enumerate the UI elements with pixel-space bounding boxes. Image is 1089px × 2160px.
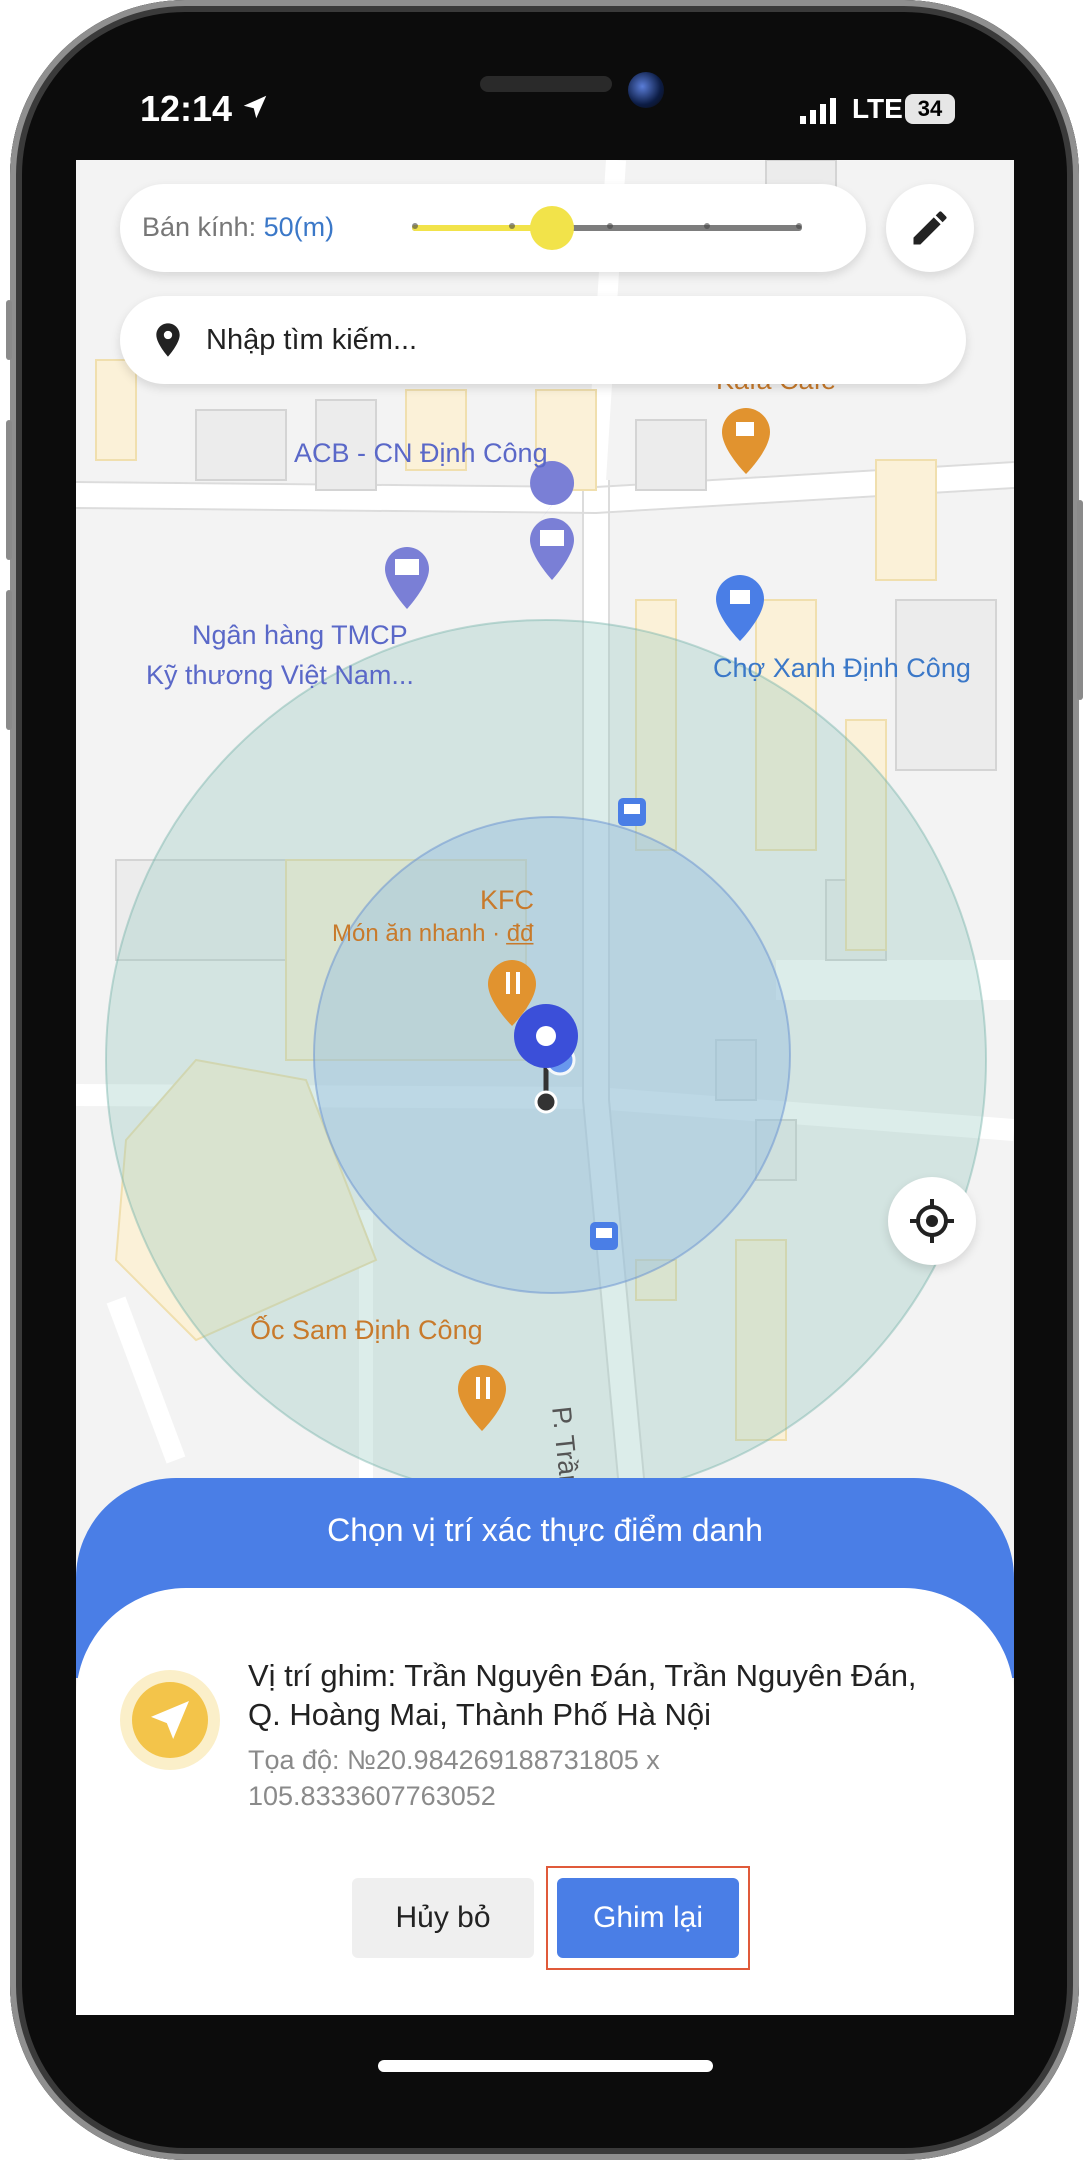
bus-stop-icon <box>618 798 646 826</box>
map-label-kfc-sub: Món ăn nhanh · đ̲đ̲ <box>332 920 534 947</box>
slider-tick <box>704 223 710 229</box>
radius-label: Bán kính: 50(m) <box>142 212 334 243</box>
app-screen: Kafa Cafe ACB - CN Định Công Ngân hàng T… <box>76 160 1014 2015</box>
pin-location-badge <box>120 1670 220 1770</box>
edit-button[interactable] <box>886 184 974 272</box>
radius-value: 50(m) <box>263 212 335 242</box>
slider-tick <box>509 223 515 229</box>
camera-icon <box>628 72 664 108</box>
search-placeholder: Nhập tìm kiếm... <box>206 324 418 356</box>
pencil-icon <box>913 211 947 245</box>
battery-icon: 34 <box>905 94 955 124</box>
map-label-market: Chợ Xanh Định Công <box>713 653 971 683</box>
location-arrow-icon <box>243 95 267 119</box>
status-time: 12:14 <box>140 88 233 129</box>
sheet-title: Chọn vị trí xác thực điểm danh <box>327 1512 763 1548</box>
map-label-bank-line2: Kỹ thương Việt Nam... <box>146 660 414 690</box>
network-type: LTE <box>852 93 903 124</box>
side-button <box>6 590 12 730</box>
radius-control: Bán kính: 50(m) <box>120 184 866 272</box>
slider-tick <box>796 223 802 229</box>
crosshair-icon <box>910 1199 954 1243</box>
cancel-button[interactable]: Hủy bỏ <box>352 1878 534 1958</box>
pin-button[interactable]: Ghim lại <box>557 1878 739 1958</box>
side-button <box>6 420 12 560</box>
side-button <box>6 300 12 360</box>
side-button <box>1077 500 1083 700</box>
signal-icon <box>800 98 836 124</box>
speaker-notch <box>480 76 612 92</box>
navigation-icon <box>132 1682 208 1758</box>
my-location-button[interactable] <box>888 1177 976 1265</box>
map-label-oc-sam: Ốc Sam Định Công <box>250 1315 483 1345</box>
slider-tick <box>412 223 418 229</box>
home-indicator <box>378 2060 713 2072</box>
pin-address: Vị trí ghim: Trần Nguyên Đán, Trần Nguyê… <box>248 1658 917 1732</box>
map-label-kfc: KFC <box>480 885 534 915</box>
radius-slider[interactable] <box>412 206 802 250</box>
slider-thumb[interactable] <box>530 206 575 250</box>
slider-tick <box>607 223 613 229</box>
map-label-bank-line1: Ngân hàng TMCP <box>192 620 408 650</box>
bus-stop-icon <box>590 1222 618 1250</box>
map-pin-icon <box>156 323 180 357</box>
map-label-acb: ACB - CN Định Công <box>294 438 548 468</box>
search-input[interactable]: Nhập tìm kiếm... <box>120 296 966 384</box>
pin-coordinates: Tọa độ: №20.984269188731805 x 105.833360… <box>248 1745 660 1811</box>
radius-label-text: Bán kính: <box>142 212 257 242</box>
